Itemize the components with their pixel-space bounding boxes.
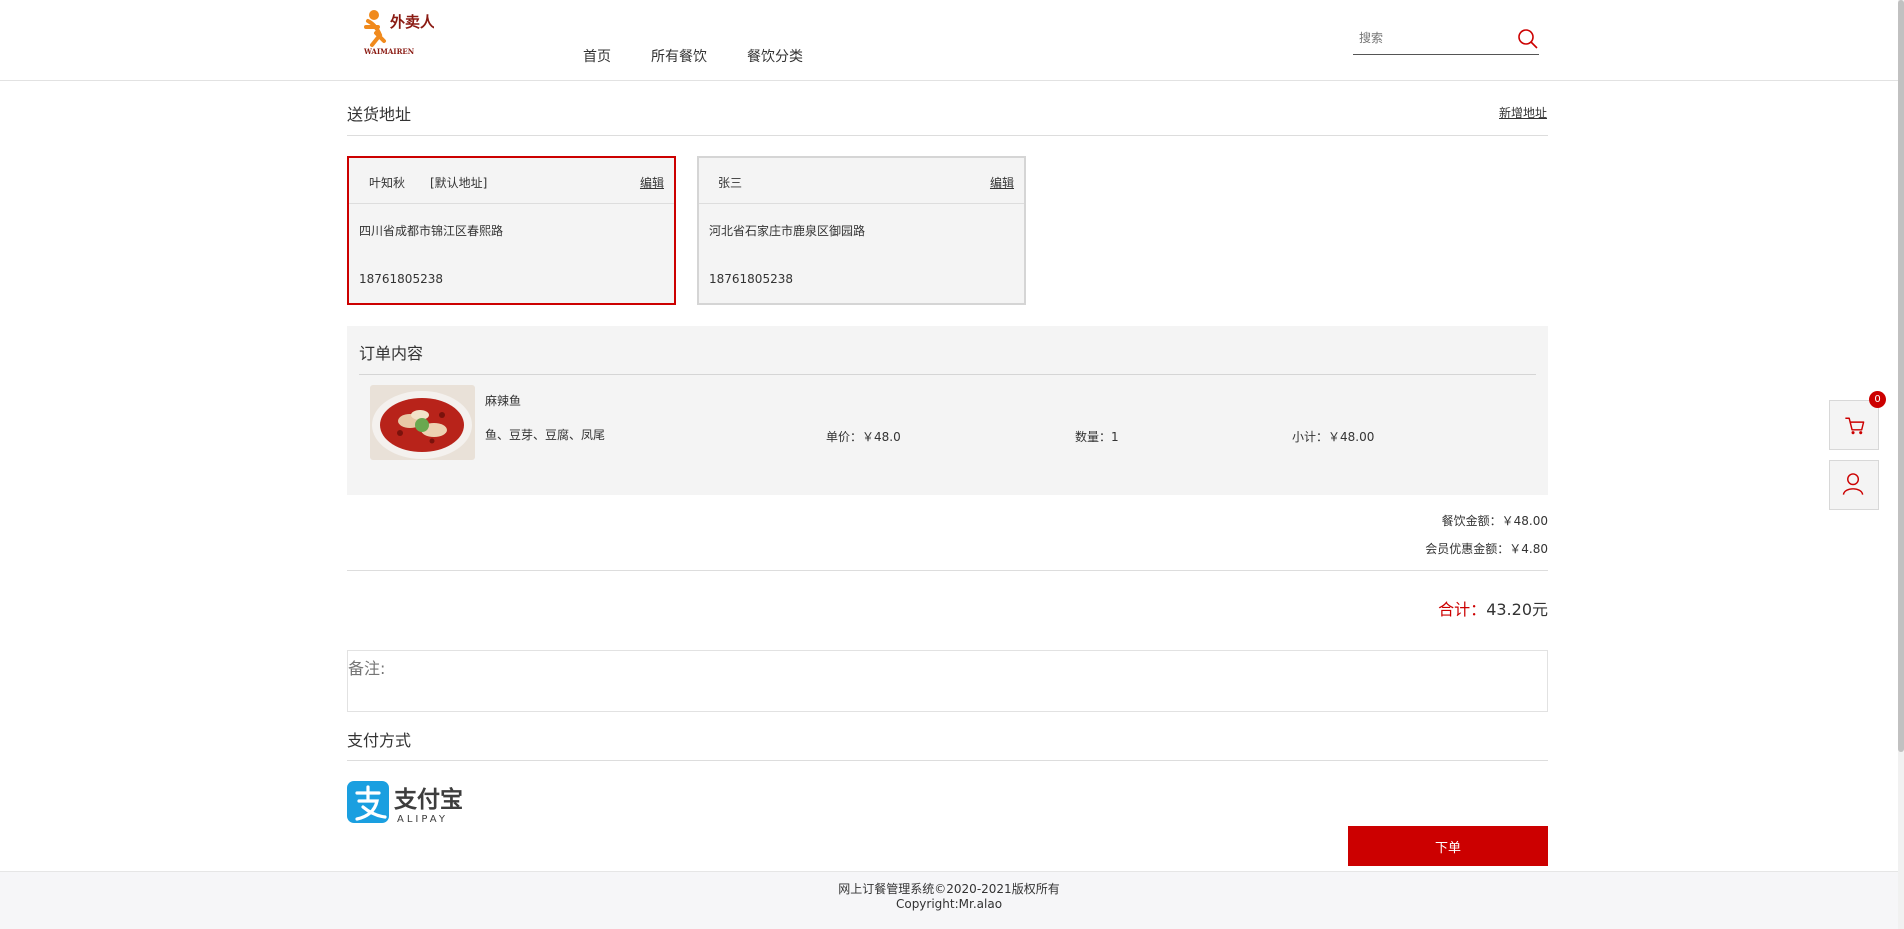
recipient-name: 叶知秋: [369, 176, 406, 190]
user-icon: [1842, 473, 1864, 495]
address-phone: 18761805238: [709, 272, 793, 286]
divider: [347, 135, 1548, 136]
food-amount: 餐饮金额：￥48.00: [1441, 514, 1548, 528]
order-content-panel: 订单内容 麻辣鱼 鱼、豆芽、豆腐、凤尾 单价：￥48.0 数量：1 小计：￥48…: [347, 326, 1548, 495]
address-card-secondary[interactable]: 张三 编辑 河北省石家庄市鹿泉区御园路 18761805238: [697, 156, 1026, 305]
total-label: 合计：: [1438, 600, 1487, 619]
address-street: 四川省成都市锦江区春熙路: [359, 224, 504, 238]
user-button[interactable]: [1829, 460, 1879, 510]
search-box: [1353, 26, 1539, 55]
page-footer: 网上订餐管理系统©2020-2021版权所有 Copyright:Mr.alao: [0, 871, 1898, 929]
search-input[interactable]: [1359, 31, 1509, 45]
place-order-button[interactable]: 下单: [1348, 826, 1548, 866]
default-address-tag: [默认地址]: [430, 176, 488, 190]
page-scrollbar[interactable]: [1898, 0, 1904, 929]
alipay-text-cn: 支付宝: [393, 786, 463, 813]
payment-section-title: 支付方式: [347, 731, 412, 750]
nav-home[interactable]: 首页: [583, 46, 611, 66]
address-street: 河北省石家庄市鹿泉区御园路: [709, 224, 866, 238]
footer-copyright: 网上订餐管理系统©2020-2021版权所有: [838, 882, 1060, 896]
search-icon[interactable]: [1517, 28, 1539, 50]
food-image: [370, 385, 475, 460]
food-name: 麻辣鱼: [485, 394, 522, 408]
logo-text-en: WAIMAIREN: [363, 47, 415, 55]
unit-price: 单价：￥48.0: [826, 430, 901, 444]
address-card-header: 张三 编辑: [699, 158, 1024, 204]
cart-icon: [1845, 417, 1865, 435]
edit-address-link[interactable]: 编辑: [640, 174, 664, 191]
quantity: 数量：1: [1075, 430, 1119, 444]
address-section-title: 送货地址: [347, 105, 412, 124]
order-content-title: 订单内容: [359, 344, 424, 363]
waimairen-logo[interactable]: 外卖人 WAIMAIREN: [362, 5, 434, 55]
top-header: 外卖人 WAIMAIREN 首页 所有餐饮 餐饮分类: [0, 0, 1898, 81]
footer-author: Copyright:Mr.alao: [895, 897, 1003, 911]
subtotal: 小计：￥48.00: [1292, 430, 1375, 444]
scrollbar-thumb[interactable]: [1898, 0, 1904, 752]
add-address-link[interactable]: 新增地址: [1499, 104, 1547, 121]
address-card-default[interactable]: 叶知秋 [默认地址] 编辑 四川省成都市锦江区春熙路 18761805238: [347, 156, 676, 305]
address-card-header: 叶知秋 [默认地址] 编辑: [349, 158, 674, 204]
member-discount: 会员优惠金额：￥4.80: [1425, 542, 1548, 556]
main-nav: 首页 所有餐饮 餐饮分类: [583, 46, 843, 66]
food-ingredients: 鱼、豆芽、豆腐、凤尾: [485, 428, 606, 442]
cart-count-badge: 0: [1869, 391, 1886, 408]
order-total: 合计：43.20元: [1438, 596, 1548, 620]
edit-address-link[interactable]: 编辑: [990, 174, 1014, 191]
alipay-logo[interactable]: 支付宝 ALIPAY: [347, 779, 469, 824]
remark-input[interactable]: [348, 651, 1547, 711]
recipient-name: 张三: [718, 176, 743, 190]
total-value: 43.20元: [1486, 600, 1548, 619]
nav-all-food[interactable]: 所有餐饮: [651, 46, 707, 66]
divider: [347, 570, 1548, 571]
address-phone: 18761805238: [359, 272, 443, 286]
remark-box: [347, 650, 1548, 712]
alipay-text-en: ALIPAY: [397, 814, 448, 824]
nav-food-category[interactable]: 餐饮分类: [747, 46, 803, 66]
logo-text-cn: 外卖人: [389, 13, 434, 31]
cart-button[interactable]: [1829, 400, 1879, 450]
divider: [359, 374, 1536, 375]
divider: [347, 760, 1548, 761]
